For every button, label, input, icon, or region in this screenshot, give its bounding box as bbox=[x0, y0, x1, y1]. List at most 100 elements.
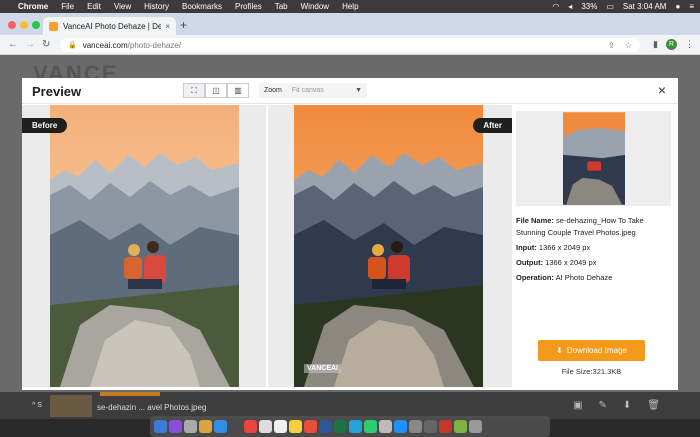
after-tag: After bbox=[473, 118, 512, 133]
thumbnail-box bbox=[516, 111, 671, 206]
file-name-label: File Name: bbox=[516, 216, 554, 225]
menu-edit[interactable]: Edit bbox=[87, 2, 101, 11]
app-store-icon[interactable] bbox=[394, 420, 407, 433]
control-center-icon[interactable]: ≡ bbox=[689, 2, 694, 11]
preview-modal: Preview ⛶ ◫ ▥ Zoom Fit canvas ▼ × Before… bbox=[22, 78, 678, 390]
image-icon[interactable]: ▣ bbox=[573, 400, 582, 411]
download-image-button[interactable]: ⬇ Download Image bbox=[538, 340, 645, 361]
browser-tab[interactable]: VanceAI Photo Dehaze | Deha × bbox=[43, 17, 176, 35]
terminal-icon[interactable] bbox=[229, 420, 242, 433]
close-window-icon[interactable] bbox=[8, 21, 16, 29]
forward-arrow-icon[interactable]: → bbox=[25, 39, 35, 50]
edit-icon[interactable]: ✎ bbox=[599, 400, 607, 411]
side-by-side-view-icon[interactable]: ▥ bbox=[227, 83, 249, 98]
android-icon[interactable] bbox=[454, 420, 467, 433]
bookmark-star-icon[interactable]: ☆ bbox=[625, 41, 632, 50]
chevron-down-icon: ▼ bbox=[355, 87, 362, 94]
clock[interactable]: Sat 3:04 AM bbox=[623, 2, 667, 11]
operation-label: Operation: bbox=[516, 273, 554, 282]
menu-profiles[interactable]: Profiles bbox=[235, 2, 262, 11]
chrome-icon[interactable] bbox=[244, 420, 257, 433]
vanceai-favicon-icon bbox=[49, 21, 58, 31]
zoom-value: Fit canvas bbox=[291, 87, 324, 94]
menubar-status: ◠ ◂ 33% ▭ Sat 3:04 AM ● ≡ bbox=[552, 2, 694, 11]
before-mountain-image bbox=[50, 105, 239, 387]
after-photo[interactable]: VANCEAI bbox=[294, 105, 483, 387]
launchpad-icon[interactable] bbox=[184, 420, 197, 433]
safari-icon[interactable] bbox=[214, 420, 227, 433]
trash-bin-icon[interactable] bbox=[469, 420, 482, 433]
new-tab-button[interactable]: + bbox=[180, 18, 187, 32]
shelf-left-text[interactable]: ^ S bbox=[32, 402, 42, 409]
stickies-icon[interactable] bbox=[289, 420, 302, 433]
excel-icon[interactable] bbox=[334, 420, 347, 433]
output-value: 1366 x 2049 px bbox=[545, 258, 597, 267]
shelf-filename[interactable]: se-dehazin ... avel Photos.jpeg bbox=[97, 403, 206, 412]
menu-chrome[interactable]: Chrome bbox=[18, 2, 48, 11]
system-preferences-icon[interactable] bbox=[409, 420, 422, 433]
before-tag: Before bbox=[22, 118, 68, 133]
zoom-select[interactable]: Zoom Fit canvas ▼ bbox=[259, 83, 367, 98]
download-icon: ⬇ bbox=[556, 346, 563, 355]
tab-close-icon[interactable]: × bbox=[165, 22, 170, 31]
word-icon[interactable] bbox=[319, 420, 332, 433]
lock-icon[interactable]: 🔒 bbox=[68, 41, 77, 49]
menu-bookmarks[interactable]: Bookmarks bbox=[182, 2, 222, 11]
battery-icon[interactable]: ▭ bbox=[606, 2, 614, 11]
shelf-progress bbox=[100, 392, 160, 396]
battery-percent: 33% bbox=[581, 2, 598, 11]
vanceai-watermark: VANCEAI bbox=[304, 364, 341, 373]
siri-icon[interactable] bbox=[169, 420, 182, 433]
address-toolbar: ← → ↻ 🔒 vanceai.com/photo-dehaze/ ⇪ ☆ ▮ … bbox=[0, 35, 700, 55]
trash-icon[interactable]: 🗑 bbox=[647, 400, 660, 411]
output-label: Output: bbox=[516, 258, 544, 267]
profile-avatar[interactable]: R bbox=[666, 39, 677, 50]
user-icon[interactable]: ● bbox=[675, 2, 680, 11]
reminders-icon[interactable] bbox=[274, 420, 287, 433]
download-shelf: ^ S se-dehazin ... avel Photos.jpeg ▣ ✎ … bbox=[0, 392, 700, 419]
result-thumbnail bbox=[563, 112, 625, 205]
menu-help[interactable]: Help bbox=[342, 2, 358, 11]
share-icon[interactable]: ⇪ bbox=[608, 41, 615, 50]
info-panel: File Name: se-dehazing_How To Take Stunn… bbox=[516, 111, 671, 284]
menu-view[interactable]: View bbox=[114, 2, 131, 11]
menu-history[interactable]: History bbox=[144, 2, 169, 11]
url-bar[interactable]: 🔒 vanceai.com/photo-dehaze/ ⇪ ☆ bbox=[60, 38, 640, 52]
menu-tab[interactable]: Tab bbox=[275, 2, 288, 11]
before-pane: Before bbox=[22, 105, 266, 387]
macos-menubar: Chrome File Edit View History Bookmarks … bbox=[0, 0, 700, 13]
split-view-icon[interactable]: ◫ bbox=[205, 83, 227, 98]
messages-icon[interactable] bbox=[364, 420, 377, 433]
photos-icon[interactable] bbox=[304, 420, 317, 433]
info-input: Input: 1366 x 2049 px bbox=[516, 242, 671, 254]
volume-icon[interactable]: ◂ bbox=[568, 2, 572, 11]
macos-dock bbox=[150, 416, 550, 437]
menu-file[interactable]: File bbox=[61, 2, 74, 11]
info-file-name: File Name: se-dehazing_How To Take Stunn… bbox=[516, 215, 671, 239]
skype-icon[interactable] bbox=[349, 420, 362, 433]
menu-window[interactable]: Window bbox=[301, 2, 329, 11]
finder-icon[interactable] bbox=[154, 420, 167, 433]
reload-icon[interactable]: ↻ bbox=[42, 39, 50, 50]
after-mountain-image bbox=[294, 105, 483, 387]
shelf-thumbnail bbox=[50, 395, 92, 417]
contacts-icon[interactable] bbox=[379, 420, 392, 433]
thumbnail-image bbox=[563, 112, 625, 205]
operation-value: AI Photo Dehaze bbox=[555, 273, 613, 282]
powerpoint-icon[interactable] bbox=[439, 420, 452, 433]
calendar-icon[interactable] bbox=[259, 420, 272, 433]
minimize-window-icon[interactable] bbox=[20, 21, 28, 29]
fullscreen-view-icon[interactable]: ⛶ bbox=[183, 83, 205, 98]
before-photo[interactable] bbox=[50, 105, 239, 387]
close-icon[interactable]: × bbox=[658, 82, 666, 98]
chrome-menu-icon[interactable]: ⋮ bbox=[685, 39, 694, 50]
notes-icon[interactable] bbox=[199, 420, 212, 433]
wifi-icon[interactable]: ◠ bbox=[552, 2, 559, 11]
preview-icon[interactable] bbox=[424, 420, 437, 433]
sidepanel-icon[interactable]: ▮ bbox=[653, 39, 658, 50]
back-arrow-icon[interactable]: ← bbox=[8, 39, 18, 50]
download-arrow-icon[interactable]: ⬇ bbox=[623, 400, 631, 411]
zoom-window-icon[interactable] bbox=[32, 21, 40, 29]
modal-title: Preview bbox=[32, 84, 82, 99]
after-pane: VANCEAI After bbox=[268, 105, 512, 387]
